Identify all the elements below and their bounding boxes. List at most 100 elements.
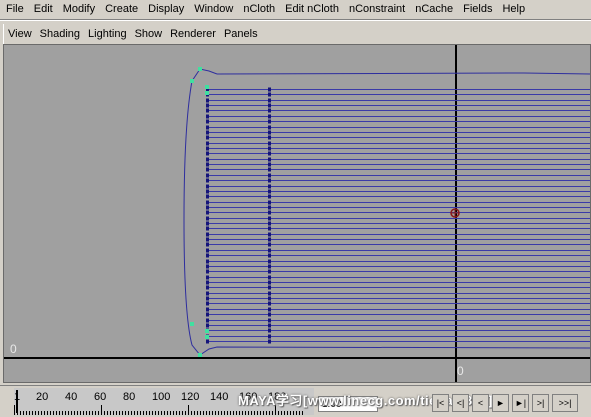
- cv-point[interactable]: [268, 253, 271, 258]
- cv-point[interactable]: [206, 167, 209, 172]
- cv-point[interactable]: [268, 200, 271, 205]
- cv-point[interactable]: [268, 98, 271, 103]
- cv-point[interactable]: [268, 221, 271, 226]
- cv-point[interactable]: [206, 318, 209, 323]
- cv-point[interactable]: [206, 178, 209, 183]
- cv-point[interactable]: [268, 194, 271, 199]
- cv-point[interactable]: [206, 216, 209, 221]
- cv-point[interactable]: [206, 141, 209, 146]
- step-forward-key-button[interactable]: >|: [532, 394, 549, 412]
- cv-point[interactable]: [206, 226, 209, 231]
- selection-handle[interactable]: [198, 353, 202, 357]
- play-forward-button[interactable]: ►: [492, 394, 509, 412]
- menu-nconstraint[interactable]: nConstraint: [344, 0, 410, 19]
- cv-point[interactable]: [268, 178, 271, 183]
- panel-menu-show[interactable]: Show: [131, 24, 167, 44]
- cv-point[interactable]: [206, 232, 209, 237]
- cv-point[interactable]: [268, 151, 271, 156]
- go-to-start-button[interactable]: |<: [432, 394, 449, 412]
- pivot-icon[interactable]: [450, 208, 460, 218]
- cv-point[interactable]: [268, 328, 271, 333]
- cv-point[interactable]: [206, 135, 209, 140]
- menu-ncache[interactable]: nCache: [410, 0, 458, 19]
- outer-curve[interactable]: [216, 72, 591, 75]
- cv-point[interactable]: [206, 119, 209, 124]
- cv-point[interactable]: [206, 312, 209, 317]
- cv-point[interactable]: [206, 296, 209, 301]
- cv-point[interactable]: [268, 141, 271, 146]
- panel-menu-shading[interactable]: Shading: [36, 24, 84, 44]
- cv-point[interactable]: [268, 269, 271, 274]
- cv-point[interactable]: [206, 221, 209, 226]
- cv-point[interactable]: [268, 108, 271, 113]
- cv-point[interactable]: [268, 237, 271, 242]
- selection-handle[interactable]: [198, 67, 202, 71]
- cv-point[interactable]: [206, 205, 209, 210]
- cv-point[interactable]: [206, 210, 209, 215]
- cv-point[interactable]: [206, 114, 209, 119]
- cv-point[interactable]: [268, 157, 271, 162]
- step-forward-frame-button[interactable]: ►|: [512, 394, 529, 412]
- step-back-frame-button[interactable]: <: [472, 394, 489, 412]
- cv-point[interactable]: [268, 173, 271, 178]
- selection-handle[interactable]: [205, 85, 209, 89]
- panel-menu-lighting[interactable]: Lighting: [84, 24, 131, 44]
- cv-point[interactable]: [206, 173, 209, 178]
- cv-point[interactable]: [206, 280, 209, 285]
- cv-point[interactable]: [268, 318, 271, 323]
- cv-point[interactable]: [268, 339, 271, 344]
- cv-point[interactable]: [268, 210, 271, 215]
- cv-points[interactable]: [206, 87, 271, 344]
- panel-menu-panels[interactable]: Panels: [220, 24, 262, 44]
- selection-handle[interactable]: [205, 91, 209, 95]
- menu-create[interactable]: Create: [100, 0, 143, 19]
- cv-point[interactable]: [268, 275, 271, 280]
- cv-point[interactable]: [206, 253, 209, 258]
- cv-point[interactable]: [206, 98, 209, 103]
- cv-point[interactable]: [206, 189, 209, 194]
- menu-ncloth[interactable]: nCloth: [238, 0, 280, 19]
- cv-point[interactable]: [268, 226, 271, 231]
- menu-modify[interactable]: Modify: [58, 0, 100, 19]
- cv-point[interactable]: [268, 259, 271, 264]
- menu-edit[interactable]: Edit: [29, 0, 58, 19]
- cv-point[interactable]: [206, 307, 209, 312]
- cv-point[interactable]: [268, 92, 271, 97]
- cv-point[interactable]: [206, 242, 209, 247]
- selection-handle[interactable]: [205, 335, 209, 339]
- cv-point[interactable]: [268, 296, 271, 301]
- cv-point[interactable]: [268, 135, 271, 140]
- cv-point[interactable]: [206, 237, 209, 242]
- cv-point[interactable]: [268, 264, 271, 269]
- cv-point[interactable]: [206, 323, 209, 328]
- panel-menu-view[interactable]: View: [4, 24, 36, 44]
- current-time-marker[interactable]: [16, 390, 18, 413]
- cv-point[interactable]: [268, 146, 271, 151]
- cv-point[interactable]: [268, 242, 271, 247]
- cv-point[interactable]: [268, 301, 271, 306]
- cv-point[interactable]: [206, 146, 209, 151]
- menu-help[interactable]: Help: [497, 0, 530, 19]
- cv-point[interactable]: [206, 108, 209, 113]
- cv-point[interactable]: [268, 114, 271, 119]
- selection-handle[interactable]: [205, 329, 209, 333]
- cv-point[interactable]: [268, 189, 271, 194]
- cv-point[interactable]: [268, 323, 271, 328]
- cv-point[interactable]: [206, 269, 209, 274]
- cv-point[interactable]: [268, 87, 271, 92]
- cv-point[interactable]: [206, 291, 209, 296]
- cv-point[interactable]: [268, 312, 271, 317]
- menu-edit-ncloth[interactable]: Edit nCloth: [280, 0, 344, 19]
- cv-point[interactable]: [206, 264, 209, 269]
- menu-fields[interactable]: Fields: [458, 0, 497, 19]
- cv-point[interactable]: [206, 157, 209, 162]
- cv-point[interactable]: [268, 184, 271, 189]
- cv-point[interactable]: [206, 184, 209, 189]
- menu-window[interactable]: Window: [189, 0, 238, 19]
- cv-point[interactable]: [206, 275, 209, 280]
- cv-point[interactable]: [268, 216, 271, 221]
- go-to-end-button[interactable]: >>|: [552, 394, 578, 412]
- cv-point[interactable]: [206, 339, 209, 344]
- cv-point[interactable]: [268, 248, 271, 253]
- cv-point[interactable]: [268, 232, 271, 237]
